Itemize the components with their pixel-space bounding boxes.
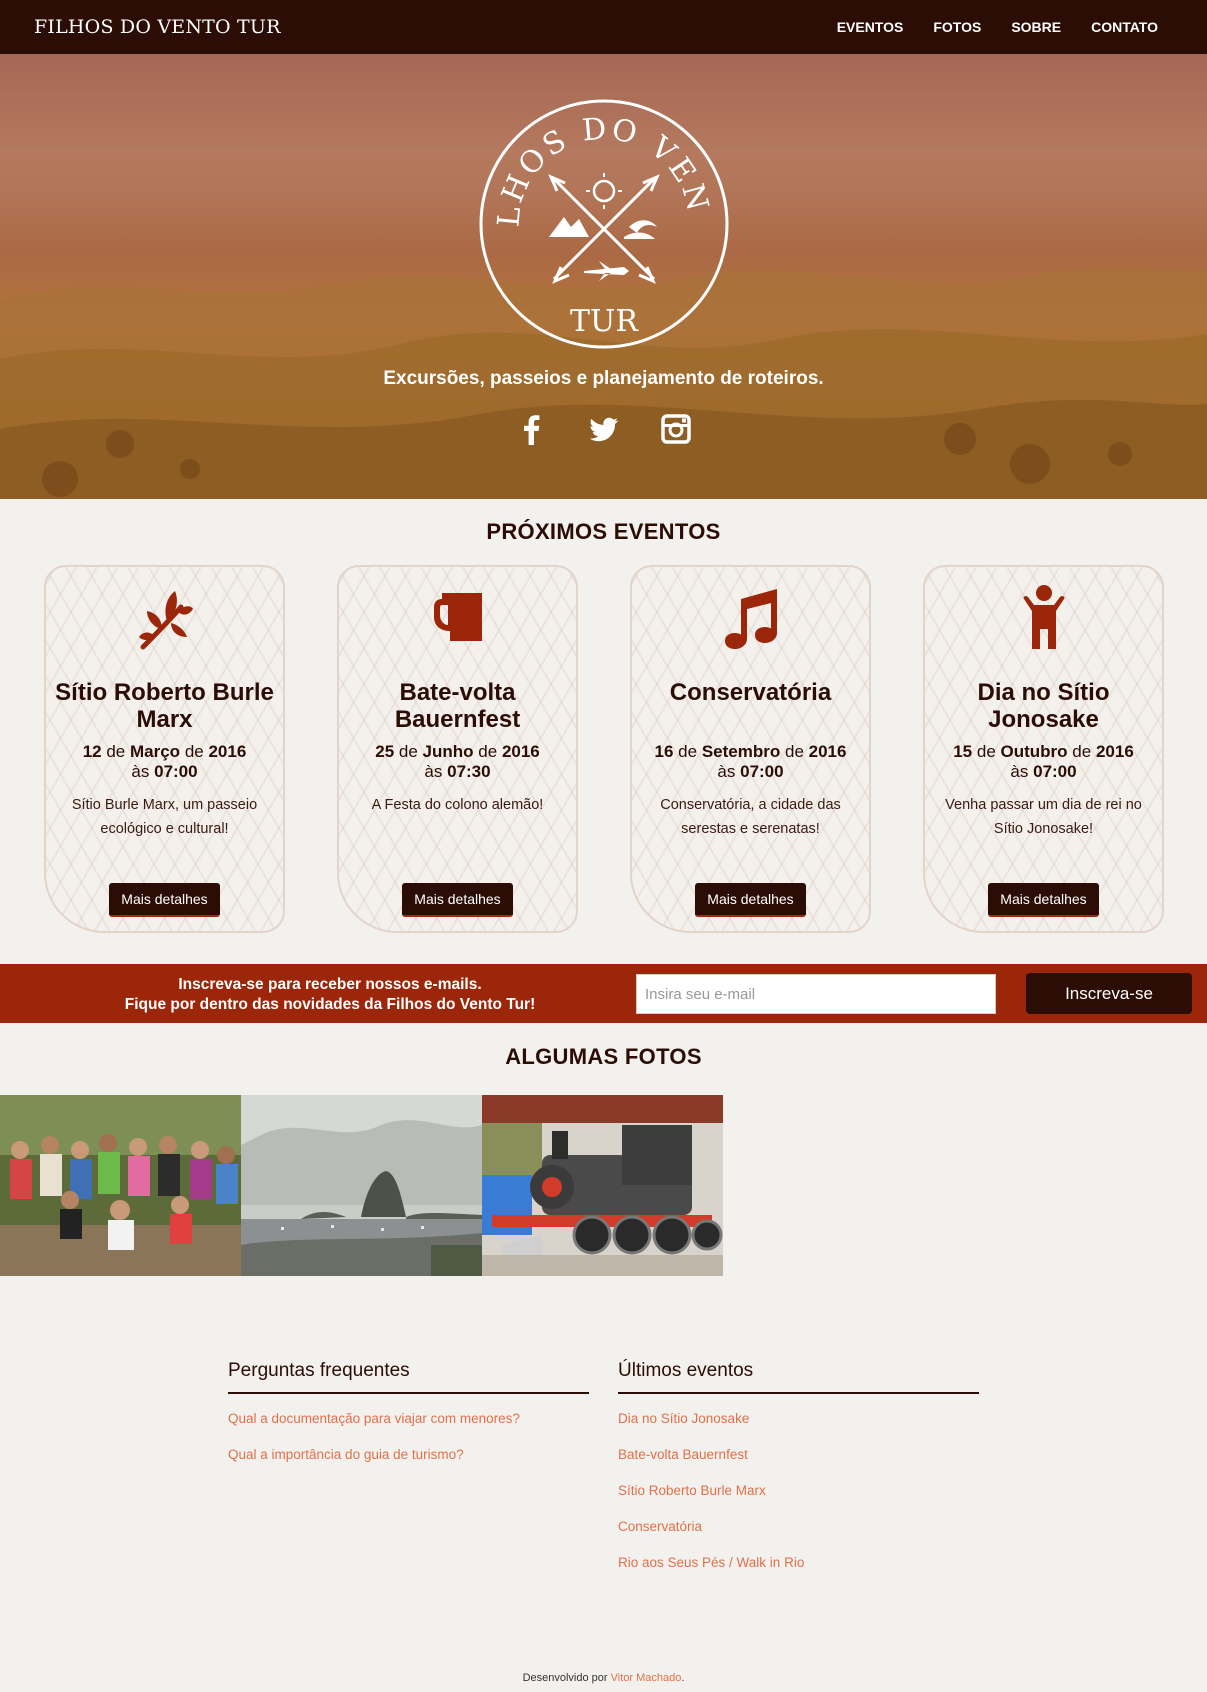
newsletter-text: Inscreva-se para receber nossos e-mails.…	[124, 976, 536, 1013]
recent-event-link[interactable]: Dia no Sítio Jonosake	[618, 1409, 979, 1445]
event-description: Venha passar um dia de rei no Sítio Jono…	[945, 797, 1142, 837]
event-details-button[interactable]: Mais detalhes	[402, 883, 513, 917]
subscribe-button[interactable]: Inscreva-se	[1026, 973, 1192, 1014]
event-details-button[interactable]: Mais detalhes	[109, 883, 220, 917]
email-input[interactable]	[636, 974, 996, 1014]
nav-link-eventos[interactable]: EVENTOS	[837, 19, 904, 35]
event-date: 16 de Setembro de 2016 às 07:00	[654, 742, 847, 781]
nav-link-fotos[interactable]: FOTOS	[933, 19, 981, 35]
event-details-button[interactable]: Mais detalhes	[988, 883, 1099, 917]
recent-event-link[interactable]: Sítio Roberto Burle Marx	[618, 1481, 979, 1517]
footer-credit: Desenvolvido por Vitor Machado.	[522, 1672, 685, 1684]
faq-column: Perguntas frequentes Qual a documentação…	[228, 1360, 589, 1481]
leaf-icon	[138, 591, 193, 650]
recent-event-link[interactable]: Conservatória	[618, 1517, 979, 1553]
logo-arc-text: FILHOS DO VENTO	[479, 99, 713, 228]
event-title: Dia no Sítio Jonosake	[977, 679, 1110, 733]
twitter-icon[interactable]	[587, 412, 621, 446]
beer-mug-icon	[433, 593, 482, 641]
photo-group-hikers[interactable]	[0, 1095, 241, 1276]
event-description: Sítio Burle Marx, um passeio ecológico e…	[71, 797, 258, 837]
logo-bottom-text: TUR	[570, 304, 639, 339]
photos-title: ALGUMAS FOTOS	[505, 1044, 702, 1069]
photo-steam-train[interactable]	[482, 1095, 723, 1276]
instagram-icon[interactable]	[659, 412, 693, 446]
faq-link[interactable]: Qual a importância do guia de turismo?	[228, 1445, 589, 1481]
recent-events-column: Últimos eventos Dia no Sítio Jonosake Ba…	[618, 1360, 979, 1589]
event-title: Sítio Roberto Burle Marx	[55, 679, 274, 733]
event-date: 12 de Março de 2016 às 07:00	[82, 742, 247, 781]
event-card: Dia no Sítio Jonosake 15 de Outubro de 2…	[923, 565, 1164, 933]
event-description: A Festa do colono alemão!	[371, 797, 544, 813]
recent-event-link[interactable]: Bate-volta Bauernfest	[618, 1445, 979, 1481]
event-date: 15 de Outubro de 2016 às 07:00	[953, 742, 1134, 781]
hero-banner: FILHOS DO VENTO TUR Excursões, passeios …	[0, 54, 1207, 499]
hero-tagline: Excursões, passeios e planejamento de ro…	[383, 368, 824, 389]
newsletter-bar: Inscreva-se para receber nossos e-mails.…	[0, 964, 1207, 1023]
event-details-button[interactable]: Mais detalhes	[695, 883, 806, 917]
facebook-icon[interactable]	[515, 412, 549, 446]
recent-events-heading: Últimos eventos	[618, 1360, 979, 1394]
event-title: Bate-volta Bauernfest	[394, 679, 521, 733]
brand-logo-link[interactable]: FILHOS DO VENTO TUR	[34, 16, 281, 38]
event-title: Conservatória	[669, 679, 832, 706]
nav-link-contato[interactable]: CONTATO	[1091, 19, 1158, 35]
faq-link[interactable]: Qual a documentação para viajar com meno…	[228, 1409, 589, 1445]
event-card: Bate-volta Bauernfest 25 de Junho de 201…	[337, 565, 578, 933]
faq-heading: Perguntas frequentes	[228, 1360, 589, 1394]
event-card: Sítio Roberto Burle Marx 12 de Março de …	[44, 565, 285, 933]
navbar: FILHOS DO VENTO TUR EVENTOS FOTOS SOBRE …	[0, 0, 1207, 54]
svg-text:FILHOS DO VENTO: FILHOS DO VENTO	[479, 99, 716, 228]
event-card: Conservatória 16 de Setembro de 2016 às …	[630, 565, 871, 933]
event-date: 25 de Junho de 2016 às 07:30	[375, 742, 540, 781]
events-list: Sítio Roberto Burle Marx 12 de Março de …	[44, 565, 1164, 933]
author-link[interactable]: Vitor Machado	[611, 1672, 682, 1684]
events-title: PRÓXIMOS EVENTOS	[486, 519, 721, 544]
logo-emblem: FILHOS DO VENTO TUR	[479, 99, 729, 349]
photo-sugarloaf[interactable]	[241, 1095, 482, 1276]
person-icon	[1022, 585, 1065, 649]
nav-menu: EVENTOS FOTOS SOBRE CONTATO	[837, 19, 1158, 35]
recent-events-list: Dia no Sítio Jonosake Bate-volta Bauernf…	[618, 1409, 979, 1589]
event-description: Conservatória, a cidade das serestas e s…	[660, 797, 841, 837]
social-links	[0, 412, 1207, 446]
nav-link-sobre[interactable]: SOBRE	[1011, 19, 1061, 35]
recent-event-link[interactable]: Rio aos Seus Pés / Walk in Rio	[618, 1553, 979, 1589]
music-note-icon	[724, 589, 777, 649]
photo-gallery	[0, 1095, 723, 1276]
faq-list: Qual a documentação para viajar com meno…	[228, 1409, 589, 1481]
